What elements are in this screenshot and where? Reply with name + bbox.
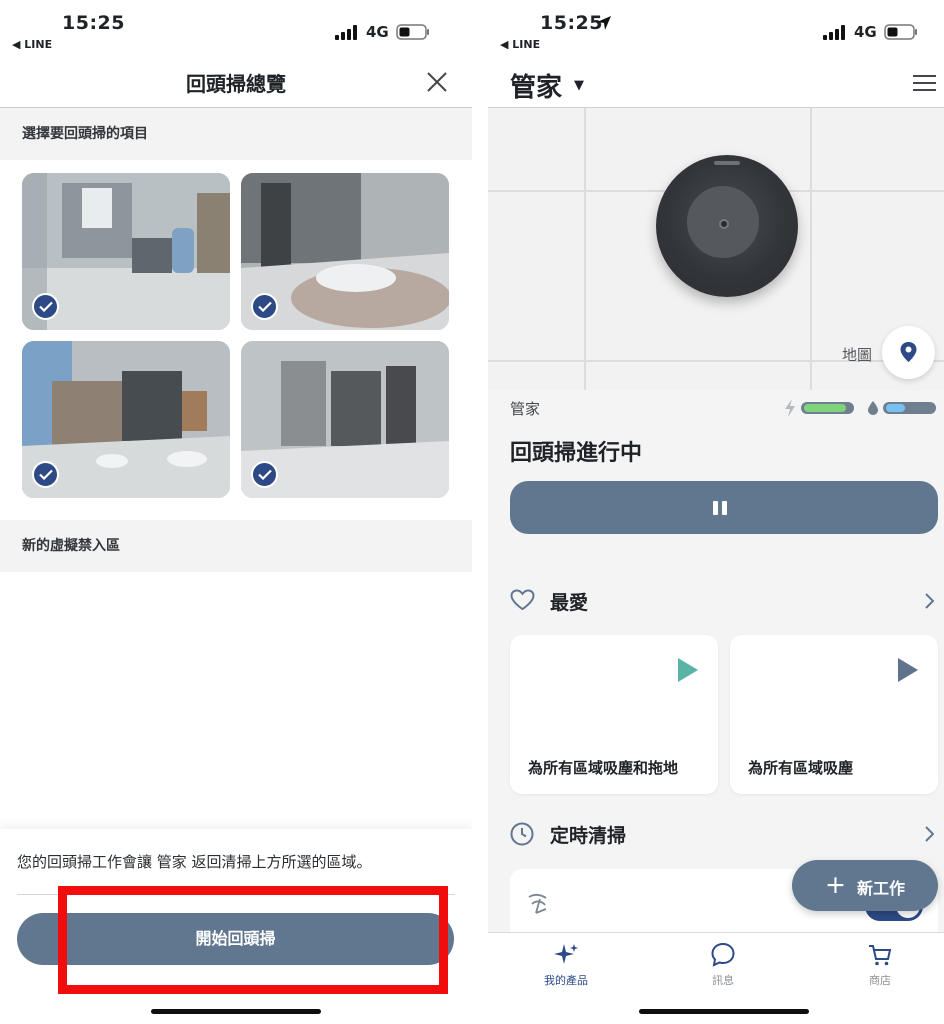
home-indicator <box>151 1009 321 1014</box>
selected-check-icon <box>251 293 278 320</box>
home-indicator <box>639 1009 809 1014</box>
charging-bolt-icon <box>785 399 795 417</box>
chevron-right-icon <box>925 826 934 842</box>
location-arrow-icon <box>597 16 611 30</box>
fan-icon <box>528 893 547 914</box>
area-thumbnail[interactable] <box>241 341 449 498</box>
robot-image <box>656 155 798 297</box>
schedule-header[interactable]: 定時清掃 <box>510 819 934 849</box>
robot-selector[interactable]: 管家 <box>510 67 562 104</box>
tab-label: 我的產品 <box>544 974 588 987</box>
status-bar: 15:25 ◀ LINE 4G <box>488 0 944 56</box>
status-time: 15:25 <box>62 12 125 34</box>
status-bar: 15:25 ◀ LINE 4G <box>0 0 472 56</box>
favorite-label: 為所有區域吸塵和拖地 <box>528 759 679 777</box>
section-keepout-zones: 新的虛擬禁入區 <box>0 520 472 572</box>
map-label: 地圖 <box>842 346 873 364</box>
selected-check-icon <box>32 461 59 488</box>
tab-messages[interactable]: 訊息 <box>683 941 763 988</box>
favorites-title: 最愛 <box>550 592 589 614</box>
battery-icon <box>396 24 429 40</box>
area-thumbnail[interactable] <box>241 173 449 330</box>
status-levels <box>784 399 940 417</box>
favorite-card[interactable]: 為所有區域吸塵和拖地 <box>510 635 718 794</box>
job-status: 回頭掃進行中 <box>510 441 643 466</box>
robot-name: 管家 <box>510 400 541 418</box>
chevron-right-icon <box>925 593 934 609</box>
signal-icon <box>823 24 845 40</box>
battery-level-bar <box>801 402 854 414</box>
battery-icon <box>884 24 917 40</box>
highlight-box <box>58 886 448 994</box>
favorite-label: 為所有區域吸塵 <box>748 759 854 777</box>
gridline <box>810 108 812 390</box>
favorite-card[interactable]: 為所有區域吸塵 <box>730 635 938 794</box>
plus-icon: + <box>825 870 846 899</box>
status-time: 15:25 <box>540 12 603 34</box>
sparkle-icon <box>554 944 578 964</box>
map-pin-icon <box>900 342 917 362</box>
tab-my-products[interactable]: 我的產品 <box>526 941 606 988</box>
sheet-message: 您的回頭掃工作會讓 管家 返回清掃上方所選的區域。 <box>17 853 372 871</box>
clock-icon <box>510 822 534 846</box>
play-icon[interactable] <box>897 657 919 683</box>
nav-bar: 管家 ▼ <box>488 56 944 108</box>
right-screen: 15:25 ◀ LINE 4G 管家 ▼ 地圖 管家 回頭掃進行中 最愛 為所有… <box>488 0 944 1024</box>
cart-icon <box>869 945 892 966</box>
nav-bar: 回頭掃總覽 <box>0 56 472 108</box>
network-label: 4G <box>854 23 877 41</box>
section-select-items: 選擇要回頭掃的項目 <box>0 108 472 160</box>
chat-bubble-icon <box>711 942 735 967</box>
network-label: 4G <box>366 23 389 41</box>
tab-store[interactable]: 商店 <box>840 941 920 988</box>
water-level-bar <box>883 402 936 414</box>
play-icon[interactable] <box>677 657 699 683</box>
robot-hero: 地圖 <box>488 108 944 390</box>
new-job-button[interactable]: + 新工作 <box>792 860 938 911</box>
signal-icon <box>335 24 357 40</box>
water-drop-icon <box>868 401 878 415</box>
favorites-header[interactable]: 最愛 <box>510 586 934 616</box>
area-thumbnail[interactable] <box>22 341 230 498</box>
selected-check-icon <box>251 461 278 488</box>
left-screen: 15:25 ◀ LINE 4G 回頭掃總覽 選擇要回頭掃的項目 新的虛擬禁入區 … <box>0 0 472 1024</box>
close-icon[interactable] <box>426 71 448 93</box>
gridline <box>584 108 586 390</box>
thumbnail-grid <box>22 173 450 499</box>
hamburger-menu-icon[interactable] <box>913 75 936 91</box>
map-button[interactable] <box>882 326 935 379</box>
gridline <box>488 360 944 362</box>
pause-button[interactable] <box>510 481 938 534</box>
heart-icon <box>510 589 535 611</box>
tab-label: 訊息 <box>712 974 734 987</box>
back-to-line-link[interactable]: ◀ LINE <box>12 38 52 51</box>
back-to-line-link[interactable]: ◀ LINE <box>500 38 540 51</box>
new-job-label: 新工作 <box>857 879 906 898</box>
selected-check-icon <box>32 293 59 320</box>
chevron-down-icon[interactable]: ▼ <box>574 78 584 93</box>
page-title: 回頭掃總覽 <box>186 72 286 96</box>
area-thumbnail[interactable] <box>22 173 230 330</box>
tab-label: 商店 <box>869 974 891 987</box>
schedule-title: 定時清掃 <box>550 825 627 847</box>
